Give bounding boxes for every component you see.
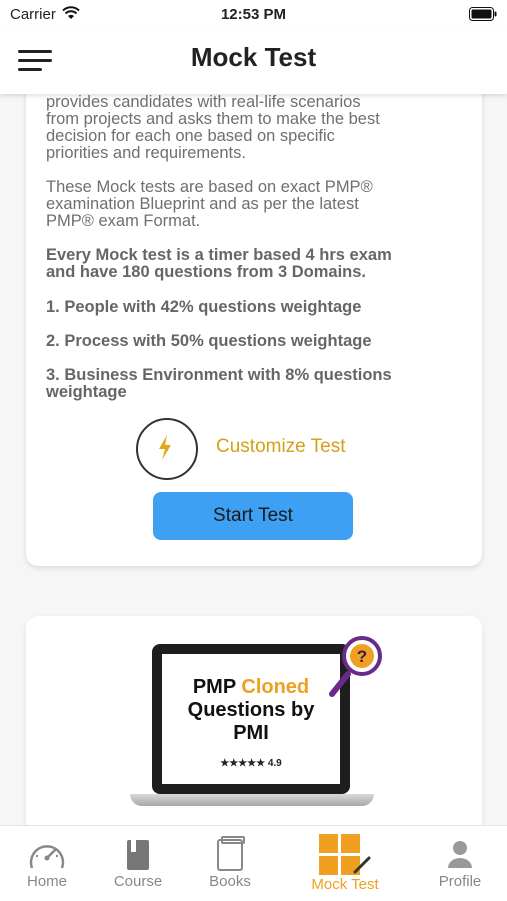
books-icon <box>217 836 245 871</box>
start-test-button[interactable]: Start Test <box>153 492 353 540</box>
promo-title: PMP Cloned Questions by PMI <box>162 676 340 745</box>
domain-business-environment-cont: weightage <box>46 383 127 401</box>
blueprint-line: These Mock tests are based on exact PMP® <box>46 178 373 196</box>
tab-label: Course <box>113 873 163 890</box>
nav-bar: Mock Test <box>0 30 507 94</box>
blueprint-line: examination Blueprint and as per the lat… <box>46 195 359 213</box>
promo-rating: ★★★★★ 4.9 <box>162 758 340 769</box>
tab-label: Home <box>26 873 67 890</box>
magnifier-question-icon: ? <box>326 630 386 705</box>
svg-text:?: ? <box>357 647 367 666</box>
laptop-display: PMP Cloned Questions by PMI ★★★★★ 4.9 <box>162 654 340 784</box>
description-line: from projects and asks them to make the … <box>46 110 380 128</box>
tab-books[interactable]: Books <box>190 826 270 901</box>
customize-test-button[interactable]: Customize Test <box>136 418 436 480</box>
timer-info-line: Every Mock test is a timer based 4 hrs e… <box>46 246 392 264</box>
status-time: 12:53 PM <box>220 6 287 23</box>
customize-test-label: Customize Test <box>216 436 346 457</box>
tab-home[interactable]: Home <box>7 826 87 901</box>
tab-bar: Home Course Books Mock Test Profile <box>0 825 507 901</box>
promo-title-pmp: PMP <box>192 676 242 698</box>
promo-title-line2: Questions by <box>187 699 315 721</box>
tab-label: Profile <box>438 873 482 890</box>
tab-profile[interactable]: Profile <box>420 826 500 901</box>
tab-mock-test[interactable]: Mock Test <box>305 826 385 901</box>
promo-title-cloned: Cloned <box>241 676 310 698</box>
laptop-icon: PMP Cloned Questions by PMI ★★★★★ 4.9 <box>152 644 350 794</box>
description-cut-line: provides candidates with real-life scena… <box>46 93 361 111</box>
speedometer-icon <box>29 845 65 869</box>
grid-pencil-icon <box>319 834 371 875</box>
description-line: priorities and requirements. <box>46 144 246 162</box>
blueprint-line: PMP® exam Format. <box>46 212 201 230</box>
page-title: Mock Test <box>190 42 317 72</box>
domain-people: 1. People with 42% questions weightage <box>46 298 362 316</box>
rating-value: 4.9 <box>267 758 282 769</box>
laptop-base <box>130 794 374 806</box>
tab-course[interactable]: Course <box>98 826 178 901</box>
person-icon <box>448 841 472 868</box>
book-icon <box>127 840 149 870</box>
star-rating-icon: ★★★★★ <box>220 758 266 769</box>
timer-info-line: and have 180 questions from 3 Domains. <box>46 263 367 281</box>
domain-process: 2. Process with 50% questions weightage <box>46 332 372 350</box>
battery-icon <box>469 7 497 26</box>
lightning-icon <box>136 418 198 480</box>
mock-test-info-card: provides candidates with real-life scena… <box>26 60 482 566</box>
tab-label: Mock Test <box>311 876 379 893</box>
description-line: decision for each one based on specific <box>46 127 335 145</box>
domain-business-environment: 3. Business Environment with 8% question… <box>46 366 392 384</box>
promo-title-line3: PMI <box>233 722 269 744</box>
status-bar: Carrier 12:53 PM <box>0 0 507 30</box>
pmp-cloned-questions-banner[interactable]: PMP Cloned Questions by PMI ★★★★★ 4.9 ? <box>26 616 482 836</box>
tab-label: Books <box>209 873 251 890</box>
